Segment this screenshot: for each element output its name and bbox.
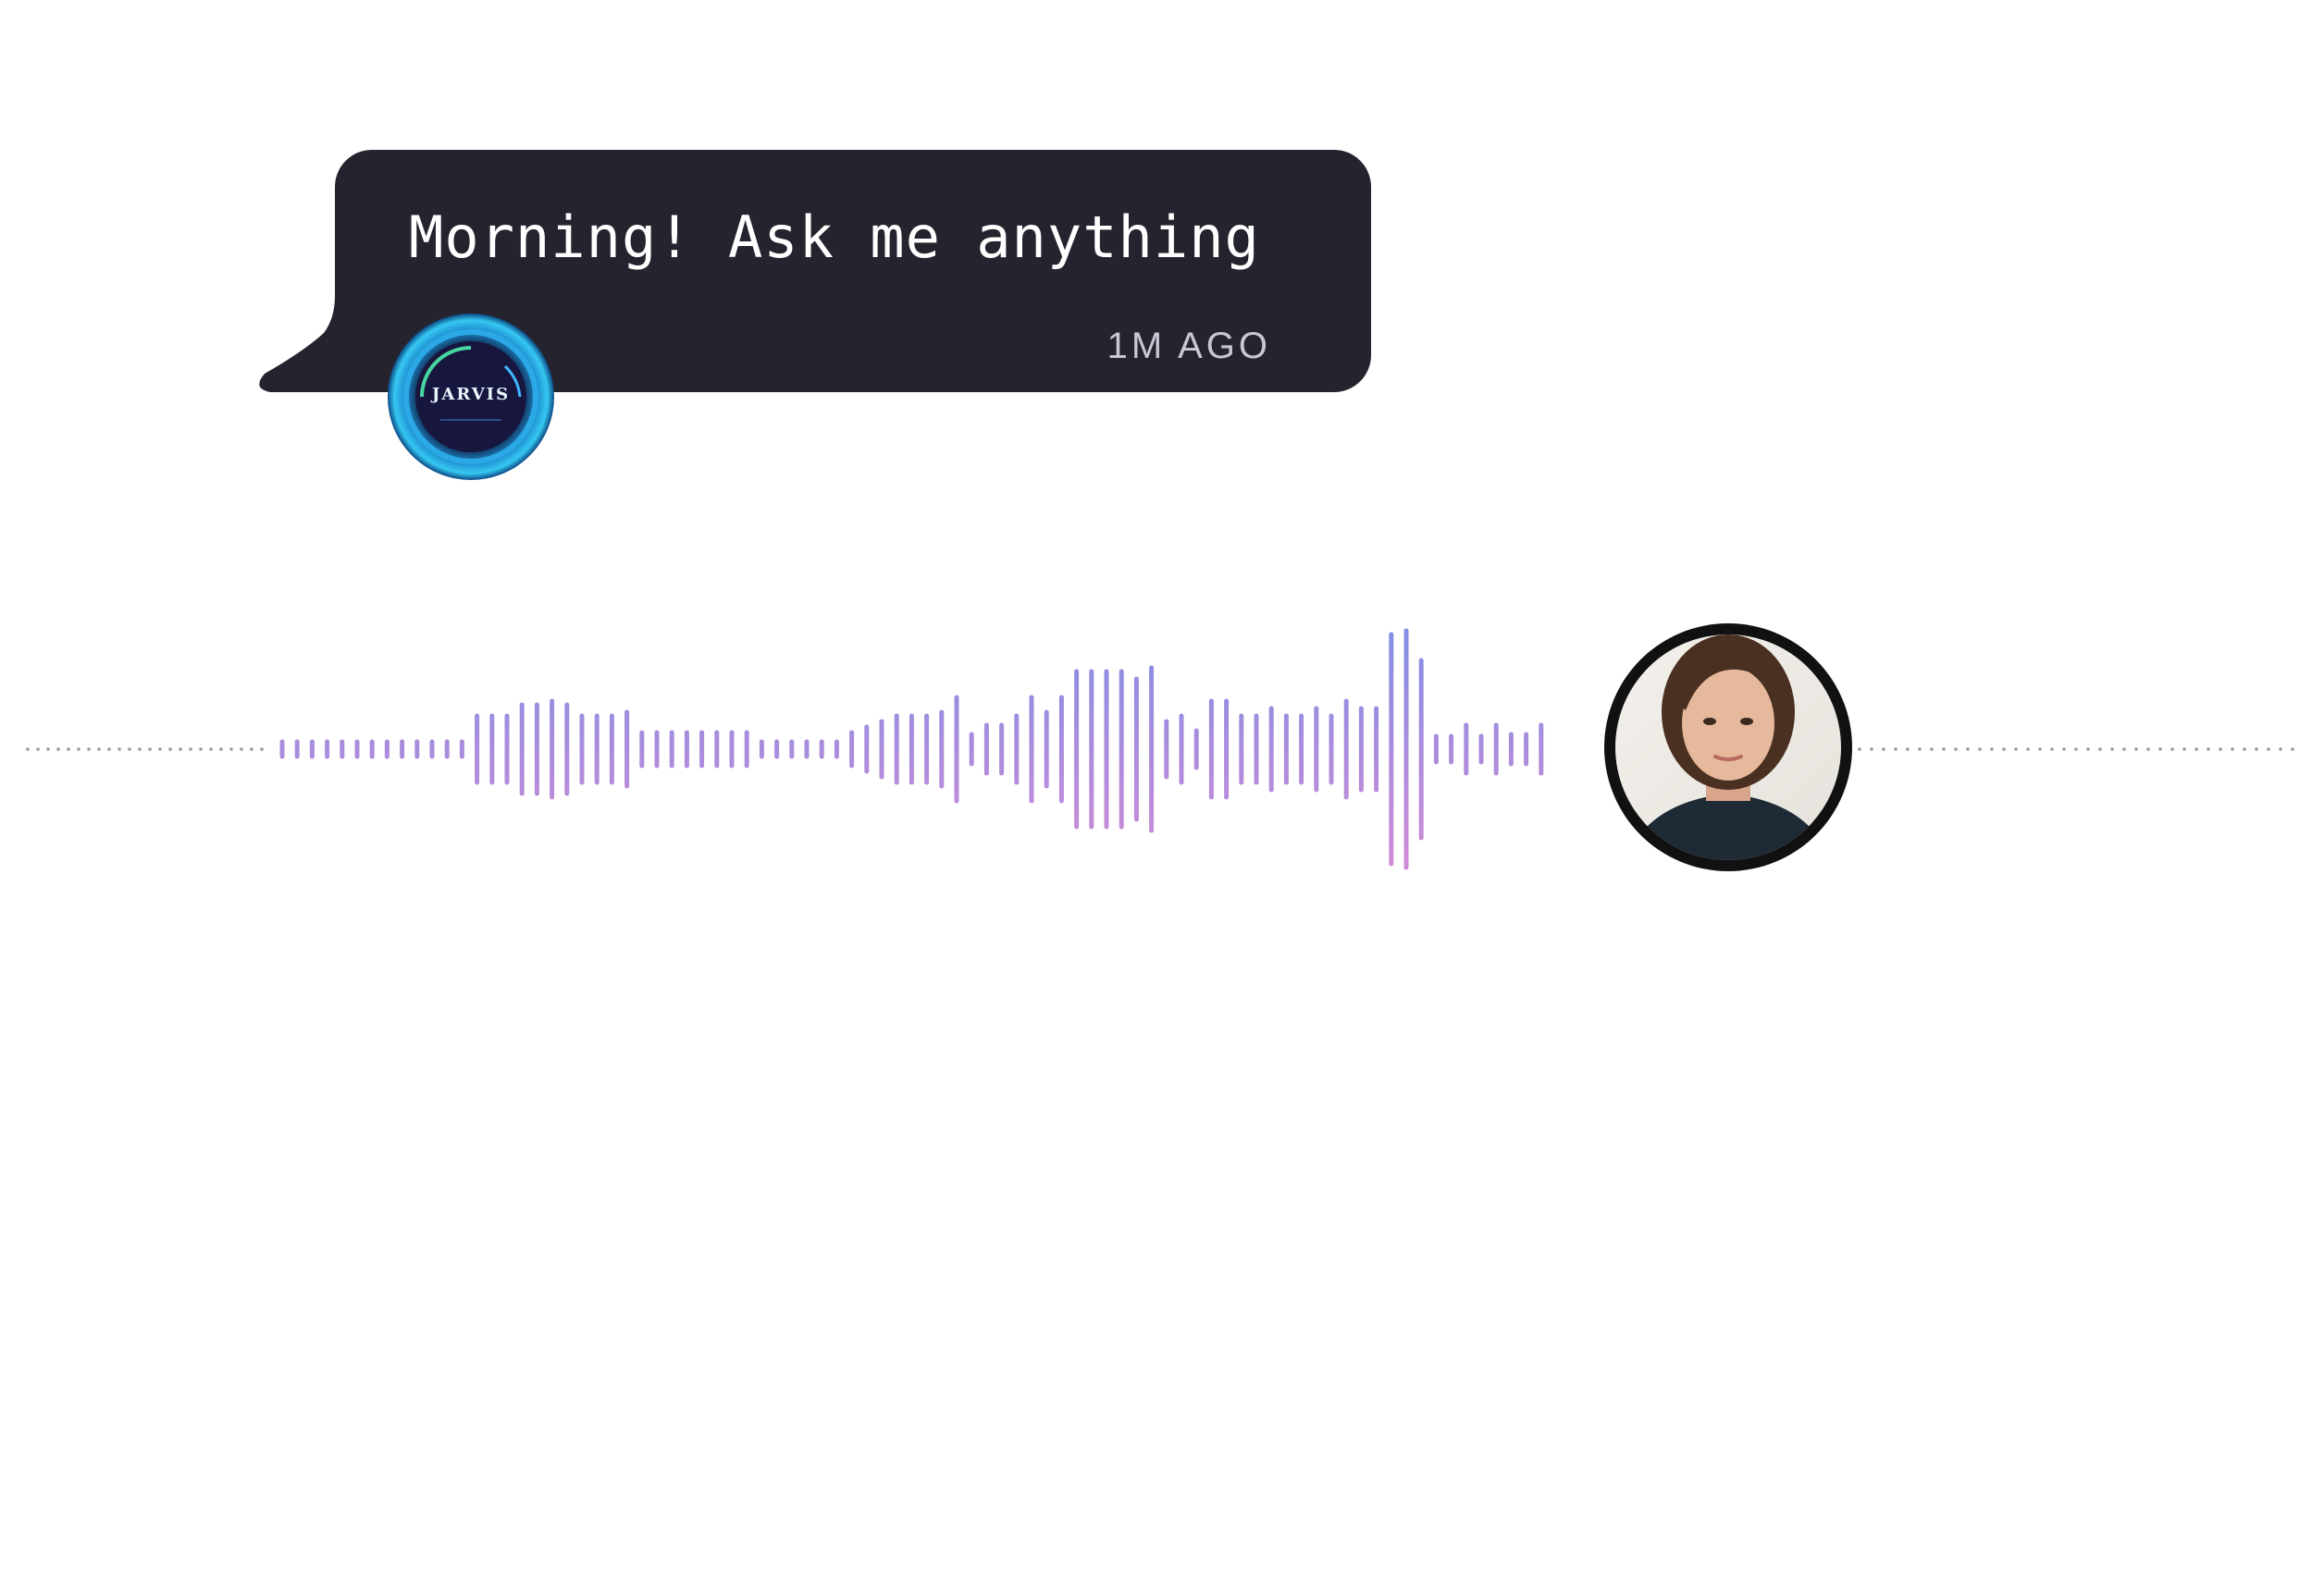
baseline-dot	[1894, 747, 1898, 751]
baseline-dot	[117, 747, 121, 751]
baseline-dot	[138, 747, 142, 751]
baseline-dot	[2182, 747, 2186, 751]
baseline-dot	[2207, 747, 2210, 751]
baseline-dot	[2098, 747, 2102, 751]
baseline-dot	[2146, 747, 2150, 751]
voice-chat-view: Morning! Ask me anything 1M AGO JARVIS	[0, 0, 2324, 1576]
baseline-dot	[148, 747, 152, 751]
jarvis-logo-label: JARVIS	[431, 385, 511, 404]
baseline-dot	[2219, 747, 2222, 751]
baseline-dot	[2050, 747, 2054, 751]
baseline-dot	[1918, 747, 1922, 751]
baseline-dot	[26, 747, 30, 751]
jarvis-logo-icon[interactable]: JARVIS	[385, 311, 557, 483]
baseline-dot	[1954, 747, 1958, 751]
baseline-dot	[2110, 747, 2114, 751]
baseline-dot	[2038, 747, 2042, 751]
baseline-dot	[189, 747, 192, 751]
baseline-dot	[2002, 747, 2006, 751]
baseline-dot	[2014, 747, 2018, 751]
baseline-dot	[2062, 747, 2066, 751]
baseline-dot	[2026, 747, 2030, 751]
baseline-dot	[2231, 747, 2234, 751]
baseline-dot	[2243, 747, 2246, 751]
baseline-dot	[2267, 747, 2270, 751]
baseline-dot	[1882, 747, 1885, 751]
baseline-dot	[97, 747, 101, 751]
message-text: Morning! Ask me anything	[409, 203, 1260, 271]
user-avatar[interactable]	[1602, 622, 1854, 873]
baseline-dot	[1906, 747, 1910, 751]
waveform-baseline-left	[26, 747, 264, 751]
baseline-dot	[240, 747, 243, 751]
baseline-dot	[128, 747, 131, 751]
baseline-dot	[87, 747, 91, 751]
baseline-dot	[67, 747, 70, 751]
baseline-dot	[260, 747, 264, 751]
baseline-dot	[1870, 747, 1873, 751]
user-avatar-photo	[1604, 623, 1852, 871]
baseline-dot	[2134, 747, 2138, 751]
baseline-dot	[1990, 747, 1994, 751]
audio-waveform	[26, 628, 2294, 870]
baseline-dot	[2086, 747, 2090, 751]
baseline-dot	[2122, 747, 2126, 751]
baseline-dot	[199, 747, 203, 751]
baseline-dot	[107, 747, 111, 751]
baseline-dot	[2194, 747, 2198, 751]
message-timestamp: 1M AGO	[1106, 326, 1271, 366]
baseline-dot	[250, 747, 253, 751]
baseline-dot	[1966, 747, 1970, 751]
baseline-dot	[36, 747, 40, 751]
baseline-dot	[2279, 747, 2282, 751]
baseline-dot	[179, 747, 182, 751]
baseline-dot	[56, 747, 60, 751]
baseline-dot	[2170, 747, 2174, 751]
baseline-dot	[229, 747, 233, 751]
baseline-dot	[2074, 747, 2078, 751]
baseline-dot	[77, 747, 80, 751]
baseline-dot	[1942, 747, 1946, 751]
waveform-bars	[279, 628, 1544, 870]
baseline-dot	[1858, 747, 1861, 751]
baseline-dot	[158, 747, 162, 751]
baseline-dot	[219, 747, 223, 751]
baseline-dot	[168, 747, 172, 751]
baseline-dot	[2255, 747, 2258, 751]
baseline-dot	[1978, 747, 1982, 751]
baseline-dot	[2291, 747, 2294, 751]
baseline-dot	[46, 747, 50, 751]
baseline-dot	[209, 747, 213, 751]
baseline-dot	[2158, 747, 2162, 751]
baseline-dot	[1930, 747, 1934, 751]
waveform-baseline-right	[1858, 747, 2294, 751]
